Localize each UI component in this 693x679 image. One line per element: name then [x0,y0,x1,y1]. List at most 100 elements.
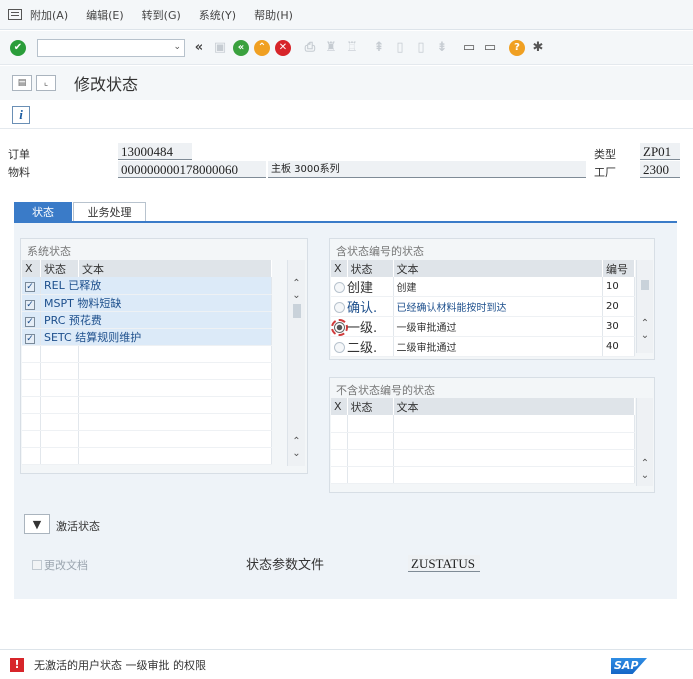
last-page-icon: ⇟ [436,40,448,55]
find-next-icon: ♖ [346,40,358,55]
type-label: 类型 [594,148,616,161]
error-icon: ! [10,657,24,672]
table-header: X 状态 文本 编号 [331,260,635,277]
column-header: X [331,260,348,277]
scroll-up-icon[interactable]: ⌃ [637,458,653,470]
checkbox-checked-icon[interactable]: ✓ [25,316,35,327]
table-row[interactable]: ✓ REL 已释放 [22,277,272,295]
status-bar: ! 无激活的用户状态 一级审批 的权限 SAP [0,649,693,679]
scroll-down-icon[interactable]: ⌄ [637,470,653,482]
save-icon: ▣ [213,40,227,55]
plant-field[interactable]: 2300 [640,161,680,178]
scroll-up-icon[interactable]: ⌃ [637,318,653,330]
menu-bar: 附加(A) 编辑(E) 转到(G) 系统(Y) 帮助(H) [0,0,693,30]
empty-row [22,413,272,431]
row-checkbox[interactable]: ✓ [22,294,41,312]
status-text: 结算规则维护 [75,330,142,344]
empty-row [22,447,272,465]
back-icon[interactable]: « [233,39,249,56]
settings-gear-icon[interactable]: ✱ [530,40,546,56]
column-header: 编号 [602,260,635,277]
row-checkbox[interactable]: ✓ [22,328,41,346]
status-code: 创建 [347,281,374,296]
application-toolbar: i [0,101,693,129]
scroll-up-icon[interactable]: ⌃ [288,278,305,290]
filter-icon: ▼ [32,517,42,531]
tab-business-processing[interactable]: 业务处理 [73,202,146,221]
radio-selected-icon[interactable] [331,319,348,336]
status-code: SETC [44,330,72,344]
table-row[interactable]: 二级. 二级审批通过 40 [331,336,635,357]
checkbox-checked-icon[interactable]: ✓ [25,333,35,344]
info-icon[interactable]: i [12,105,30,124]
checkbox-checked-icon[interactable]: ✓ [25,299,35,310]
display-object-icon[interactable]: ▤ [12,75,32,91]
status-text: 二级审批通过 [393,336,603,357]
table-row[interactable]: ✓ PRC 预花费 [22,311,272,329]
scroll-down-icon[interactable]: ⌄ [637,330,653,342]
page-title: 修改状态 [74,75,139,94]
shortcut-icon[interactable]: ▭ [482,40,498,56]
menu-item-system[interactable]: 系统(Y) [199,7,236,23]
status-message[interactable]: 无激活的用户状态 一级审批 的权限 [34,657,206,673]
table-row[interactable]: 确认. 已经确认材料能按时到达 20 [331,296,635,317]
scroll-thumb[interactable] [641,280,649,290]
table-header: X 状态 文本 [331,398,635,415]
table-row[interactable]: ✓ MSPT 物料短缺 [22,294,272,312]
activate-status-button[interactable]: ▼ [24,514,50,534]
row-checkbox[interactable]: ✓ [22,311,41,329]
double-chevron-left-icon[interactable]: « [191,40,207,56]
status-number: 40 [602,336,635,357]
scroll-down-icon[interactable]: ⌄ [288,290,305,302]
column-header: 文本 [393,260,603,277]
column-header: 状态 [40,260,79,277]
radio-icon[interactable] [334,282,345,293]
sap-logo: SAP [611,658,647,674]
table-row[interactable]: 一级. 一级审批通过 30 [331,316,635,337]
column-header: 文本 [393,398,635,415]
table-row[interactable]: ✓ SETC 结算规则维护 [22,328,272,346]
system-status-scrollbar[interactable]: ⌃ ⌄ ⌃ ⌄ [287,260,305,466]
menu-item-goto[interactable]: 转到(G) [142,7,181,23]
empty-row [22,396,272,414]
radio-icon[interactable] [334,302,345,313]
column-header: 文本 [78,260,272,277]
status-profile-label: 状态参数文件 [246,558,325,573]
status-code: 确认 [347,301,374,316]
enter-icon[interactable]: ✔ [10,39,26,56]
order-field[interactable]: 13000484 [118,143,192,160]
numbered-status-scrollbar[interactable]: ⌃ ⌄ [636,260,653,353]
help-icon[interactable]: ? [509,39,525,56]
status-code: 一级 [347,321,374,336]
empty-row [331,432,635,450]
empty-row [331,415,635,433]
checkbox-icon [32,560,42,570]
scroll-thumb[interactable] [292,304,301,318]
empty-row [22,430,272,448]
scroll-up-icon[interactable]: ⌃ [288,436,305,448]
print-icon: ⎙ [304,40,316,55]
type-field[interactable]: ZP01 [640,143,680,160]
chevron-down-icon[interactable]: ⌄ [173,42,181,52]
dropdown-toggle-icon[interactable]: ⌞ [36,75,56,91]
activate-status-label: 激活状态 [56,520,100,533]
exit-icon[interactable]: ⌃ [254,39,270,56]
table-row[interactable]: 创建 创建 10 [331,277,635,297]
command-field[interactable]: ⌄ [37,38,185,57]
menu-icon[interactable] [8,9,22,20]
material-field[interactable]: 000000000178000060 [118,161,266,178]
system-status-table: X 状态 文本 ✓ REL 已释放 ✓ MSPT 物料短缺 ✓ PRC 预花费 … [22,260,272,465]
scroll-down-icon[interactable]: ⌄ [288,448,305,460]
row-checkbox[interactable]: ✓ [22,277,41,295]
menu-item-help[interactable]: 帮助(H) [254,7,293,23]
unnumbered-status-scrollbar[interactable]: ⌃ ⌄ [636,398,653,486]
menu-item-edit[interactable]: 编辑(E) [86,7,124,23]
checkbox-checked-icon[interactable]: ✓ [25,282,35,293]
radio-icon[interactable] [334,342,345,353]
tab-status[interactable]: 状态 [14,202,72,221]
cancel-icon[interactable]: ✕ [275,39,291,56]
new-session-icon[interactable]: ▭ [461,40,477,56]
change-docs-checkbox: 更改文档 [32,557,88,573]
menu-item-extras[interactable]: 附加(A) [30,7,68,23]
find-icon: ♜ [325,40,337,55]
